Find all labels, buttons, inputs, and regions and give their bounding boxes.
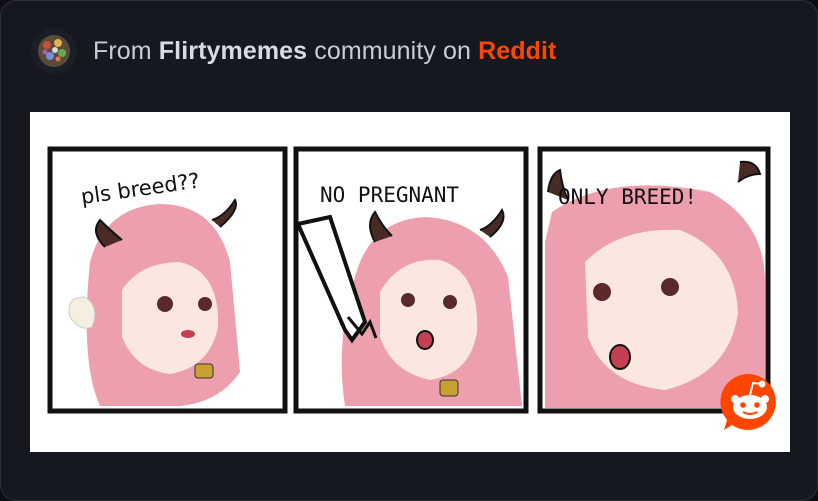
post-source-header: From Flirtymemes community on Reddit (31, 28, 556, 74)
post-image[interactable]: pls breed?? NO PREGNANT ONLY BREED! (30, 112, 790, 452)
panel-3-caption: ONLY BREED! (558, 185, 697, 209)
panel-2-caption: NO PREGNANT (320, 183, 459, 207)
source-prefix: From (93, 36, 152, 65)
reddit-logo-icon (718, 370, 782, 434)
community-name-link[interactable]: Flirtymemes (159, 37, 307, 65)
embedded-post-card: From Flirtymemes community on Reddit pls… (0, 0, 818, 501)
source-line: From Flirtymemes community on Reddit (93, 37, 556, 66)
community-avatar-icon[interactable] (31, 28, 77, 74)
reddit-link[interactable]: Reddit (478, 37, 556, 65)
source-middle: community on (314, 36, 472, 65)
